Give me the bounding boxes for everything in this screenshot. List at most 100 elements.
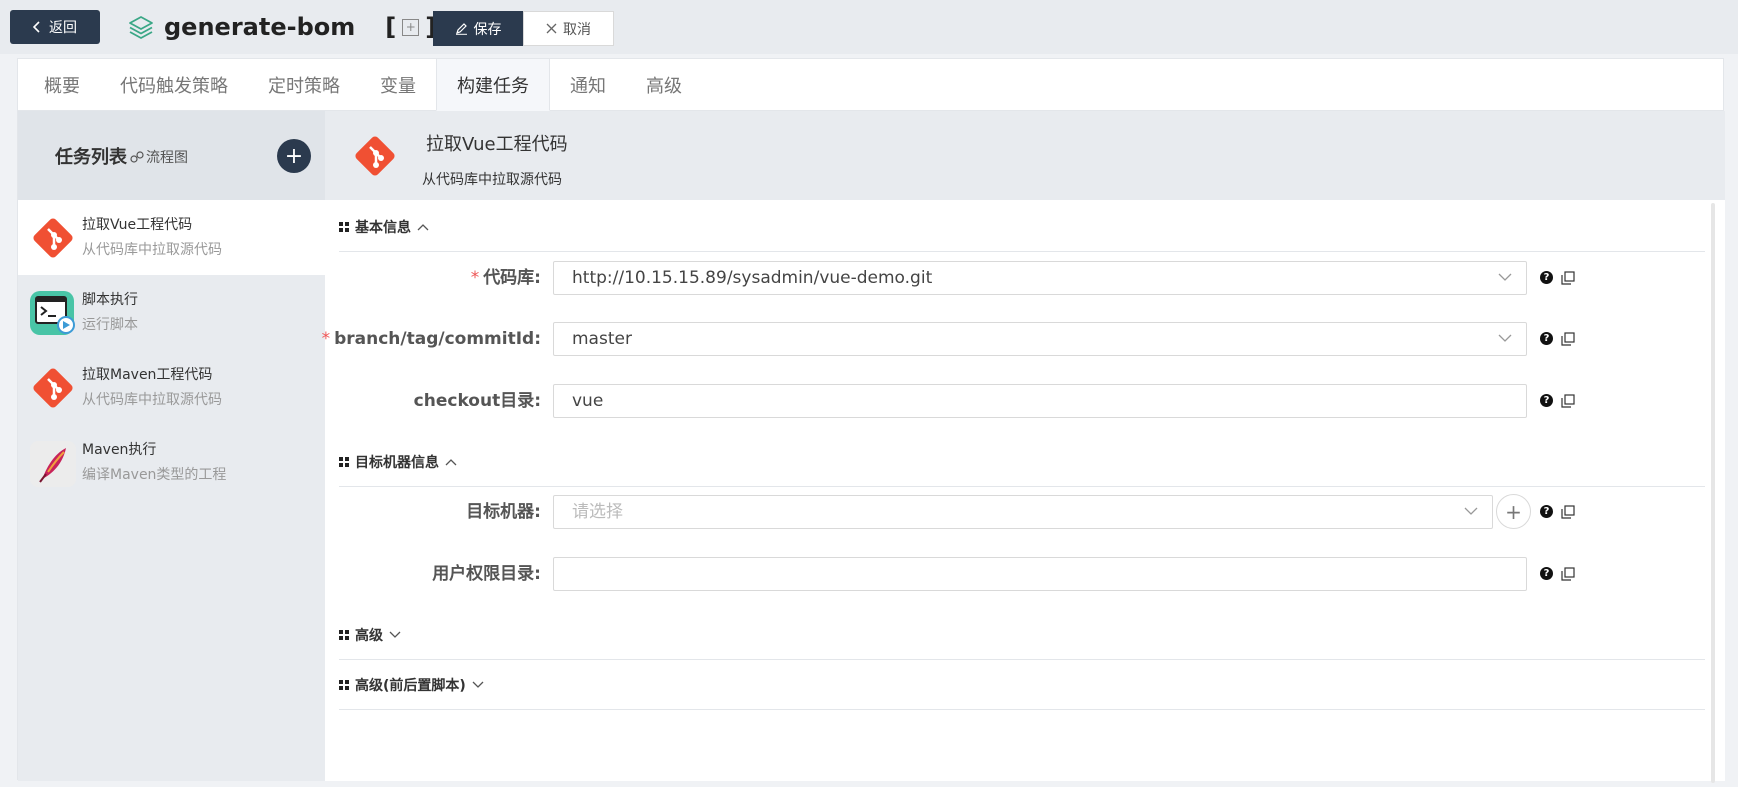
field-checkout-dir: checkout目录: vue ? <box>339 384 1709 418</box>
task-desc: 从代码库中拉取源代码 <box>82 392 222 408</box>
task-name: 拉取Maven工程代码 <box>82 367 213 383</box>
field-branch: * branch/tag/commitId: master ? <box>322 322 1709 356</box>
help-icon[interactable]: ? <box>1540 332 1553 345</box>
tab-overview[interactable]: 概要 <box>24 59 100 110</box>
pipeline-title: generate-bom [ + ] <box>128 8 436 46</box>
field-repo: * 代码库: http://10.15.15.89/sysadmin/vue-de… <box>339 261 1709 295</box>
flowchart-link-label: 流程图 <box>146 150 188 166</box>
task-item-pull-maven[interactable]: 拉取Maven工程代码 从代码库中拉取源代码 <box>18 350 325 425</box>
task-detail-title: 拉取Vue工程代码 <box>426 134 568 155</box>
close-icon <box>546 23 557 34</box>
help-icon[interactable]: ? <box>1540 567 1553 580</box>
grip-icon <box>339 629 349 640</box>
git-icon <box>28 363 78 413</box>
task-item-pull-vue[interactable]: 拉取Vue工程代码 从代码库中拉取源代码 <box>18 200 325 275</box>
task-desc: 从代码库中拉取源代码 <box>82 242 222 258</box>
checkout-input[interactable]: vue <box>553 384 1527 418</box>
tab-schedule[interactable]: 定时策略 <box>248 59 360 110</box>
task-item-maven-exec[interactable]: Maven执行 编译Maven类型的工程 <box>18 425 325 500</box>
tab-advanced[interactable]: 高级 <box>626 59 702 110</box>
copy-icon[interactable] <box>1561 505 1575 519</box>
perm-label: 用户权限目录: <box>432 564 541 584</box>
back-button-label: 返回 <box>49 20 77 36</box>
task-name: 脚本执行 <box>82 292 138 308</box>
copy-icon[interactable] <box>1561 394 1575 408</box>
git-icon <box>355 136 395 176</box>
tab-build-tasks[interactable]: 构建任务 <box>436 58 550 111</box>
bracket-open: [ <box>385 13 397 41</box>
section-title: 基本信息 <box>355 219 411 236</box>
chevron-down-icon <box>1498 334 1512 342</box>
task-list-header: 任务列表 流程图 + <box>18 111 325 200</box>
maven-feather-icon <box>28 438 78 488</box>
back-button[interactable]: 返回 <box>10 10 100 44</box>
repo-select[interactable]: http://10.15.15.89/sysadmin/vue-demo.git <box>553 261 1527 295</box>
section-title: 高级 <box>355 627 383 644</box>
help-icon[interactable]: ? <box>1540 394 1553 407</box>
chevron-down-icon <box>389 631 401 638</box>
task-detail-header: 拉取Vue工程代码 从代码库中拉取源代码 <box>325 111 1725 200</box>
checkout-label: checkout目录: <box>413 391 541 411</box>
task-form: 基本信息 * 代码库: http://10.15.15.89/sysadmin/v… <box>322 200 1725 781</box>
field-user-perm-dir: 用户权限目录: ? <box>339 557 1709 591</box>
chevron-up-icon <box>445 458 457 465</box>
task-list-title: 任务列表 <box>55 147 127 168</box>
main-panel: 概要 代码触发策略 定时策略 变量 构建任务 通知 高级 任务列表 流程图 + … <box>17 58 1725 783</box>
field-target-machine: 目标机器: 请选择 + ? <box>339 494 1709 529</box>
copy-icon[interactable] <box>1561 332 1575 346</box>
tab-notifications[interactable]: 通知 <box>550 59 626 110</box>
task-desc: 编译Maven类型的工程 <box>82 467 227 483</box>
grip-icon <box>339 456 349 467</box>
pencil-icon <box>455 23 467 35</box>
save-button-label: 保存 <box>473 21 502 38</box>
chevron-left-icon <box>33 21 40 33</box>
task-desc: 运行脚本 <box>82 317 138 333</box>
chevron-up-icon <box>417 223 429 230</box>
git-icon <box>28 213 78 263</box>
copy-icon[interactable] <box>1561 567 1575 581</box>
section-title: 目标机器信息 <box>355 454 439 471</box>
copy-icon[interactable] <box>1561 271 1575 285</box>
chevron-down-icon <box>1498 273 1512 281</box>
section-basic-info[interactable]: 基本信息 <box>339 202 1705 252</box>
terminal-icon <box>28 288 78 338</box>
branch-select[interactable]: master <box>553 322 1527 356</box>
grip-icon <box>339 679 349 690</box>
help-icon[interactable]: ? <box>1540 271 1553 284</box>
task-name: Maven执行 <box>82 442 157 458</box>
cancel-button[interactable]: 取消 <box>523 11 614 46</box>
tab-bar: 概要 代码触发策略 定时策略 变量 构建任务 通知 高级 <box>18 58 1723 111</box>
tab-code-trigger[interactable]: 代码触发策略 <box>100 59 248 110</box>
top-bar: 返回 generate-bom [ + ] 保存 取消 <box>0 0 1738 54</box>
tab-variables[interactable]: 变量 <box>360 59 436 110</box>
expand-plus-icon[interactable]: + <box>402 18 420 36</box>
section-title: 高级(前后置脚本) <box>355 677 466 694</box>
section-advanced[interactable]: 高级 <box>339 610 1705 660</box>
perm-input[interactable] <box>553 557 1527 591</box>
action-buttons: 保存 取消 <box>433 11 614 46</box>
task-sidebar: 任务列表 流程图 + 拉取Vue工程代码 从代码库中拉取源代码 脚本执行 运行脚… <box>18 111 325 781</box>
machine-select[interactable]: 请选择 <box>553 495 1493 529</box>
task-name: 拉取Vue工程代码 <box>82 217 193 233</box>
section-advanced-scripts[interactable]: 高级(前后置脚本) <box>339 660 1705 710</box>
title-bracket: [ + ] <box>385 13 436 41</box>
help-icon[interactable]: ? <box>1540 505 1553 518</box>
flowchart-link[interactable]: 流程图 <box>130 147 188 167</box>
add-machine-button[interactable]: + <box>1496 494 1531 529</box>
repo-label: * 代码库: <box>470 268 541 288</box>
layers-icon <box>129 16 153 39</box>
chevron-down-icon <box>1464 507 1478 515</box>
save-button[interactable]: 保存 <box>433 11 523 46</box>
branch-label: * branch/tag/commitId: <box>321 329 541 349</box>
task-item-script[interactable]: 脚本执行 运行脚本 <box>18 275 325 350</box>
task-list: 拉取Vue工程代码 从代码库中拉取源代码 脚本执行 运行脚本 拉取Maven工程… <box>18 200 325 500</box>
task-detail-desc: 从代码库中拉取源代码 <box>422 172 562 188</box>
add-task-button[interactable]: + <box>277 139 311 173</box>
flowchart-icon <box>130 151 144 163</box>
task-detail: 拉取Vue工程代码 从代码库中拉取源代码 基本信息 * 代码库: http://1… <box>322 111 1725 783</box>
chevron-down-icon <box>472 681 484 688</box>
grip-icon <box>339 221 349 232</box>
cancel-button-label: 取消 <box>563 21 591 38</box>
page-title: generate-bom <box>164 13 356 41</box>
section-target-machine[interactable]: 目标机器信息 <box>339 437 1705 487</box>
